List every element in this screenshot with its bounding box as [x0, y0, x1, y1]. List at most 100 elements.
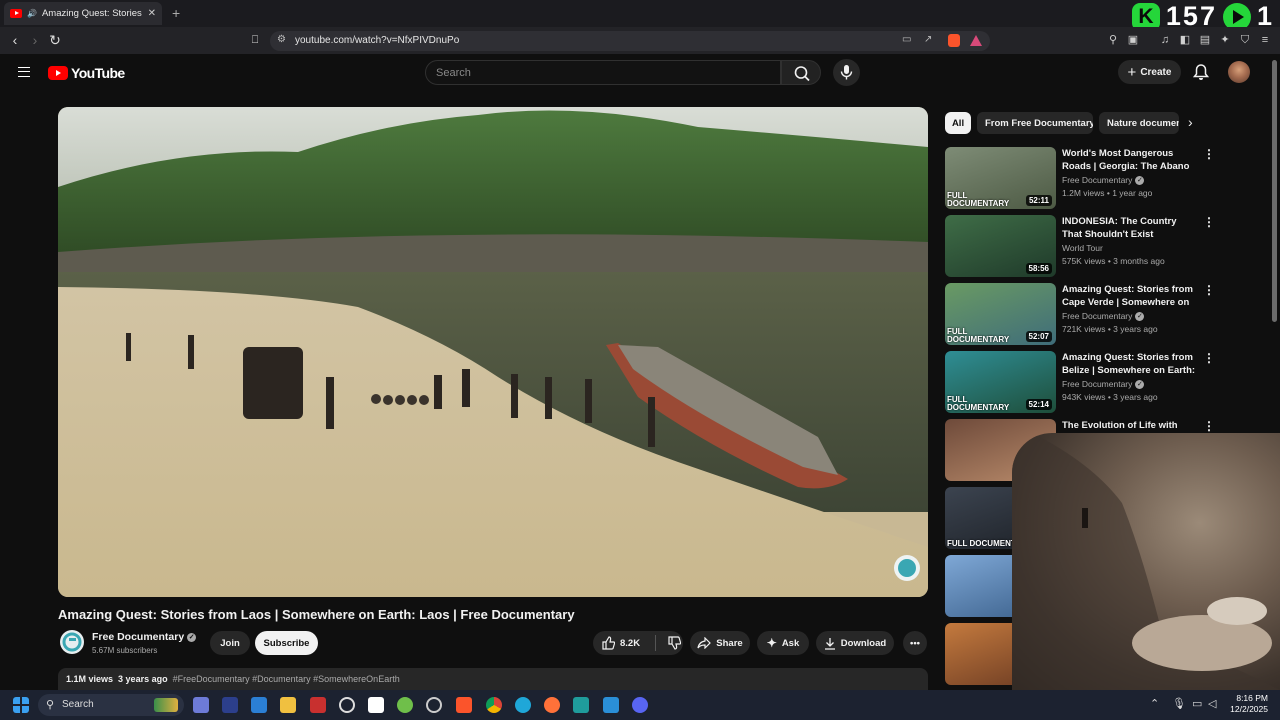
recommendation-title[interactable]: INDONESIA: The Country That Shouldn't Ex…	[1062, 215, 1197, 241]
brave-shield-icon[interactable]	[948, 34, 960, 47]
verified-icon: ✓	[187, 633, 197, 642]
microphone-tray-icon[interactable]: 🎙	[1172, 697, 1186, 710]
edge-icon[interactable]	[515, 697, 531, 713]
bookmark-icon[interactable]: ⎕	[246, 31, 264, 49]
full-documentary-badge: FULL DOCUMENTARY	[947, 395, 1010, 412]
reload-icon[interactable]: ↻	[46, 31, 64, 49]
page-scrollbar[interactable]	[1272, 60, 1277, 322]
like-button[interactable]: 8.2K	[601, 636, 640, 650]
file-explorer-icon[interactable]	[280, 697, 296, 713]
search-input[interactable]: Search	[425, 60, 781, 85]
firefox-icon[interactable]	[544, 697, 560, 713]
network-icon[interactable]: ▭	[1192, 697, 1202, 710]
sidebar-icon[interactable]: ◧	[1178, 33, 1192, 47]
browser-tab[interactable]: 🔊 Amazing Quest: Stories from ✕	[4, 2, 162, 25]
recommendation-title[interactable]: Amazing Quest: Stories from Cape Verde |…	[1062, 283, 1197, 309]
notifications-bell-icon[interactable]	[1193, 63, 1209, 81]
extensions-icon[interactable]: ⚲	[1106, 33, 1120, 47]
taskbar-app-capcut-icon[interactable]	[368, 697, 384, 713]
share-button[interactable]: Share	[690, 631, 750, 655]
description-box[interactable]: 1.1M views 3 years ago #FreeDocumentary …	[58, 668, 928, 690]
youtube-logo[interactable]: YouTube	[48, 65, 125, 81]
more-vertical-icon[interactable]: ⋮	[1203, 147, 1215, 161]
back-icon[interactable]: ‹	[6, 31, 24, 49]
guide-menu-icon[interactable]	[18, 67, 30, 77]
discord-icon[interactable]	[632, 697, 648, 713]
site-settings-icon[interactable]: ⚙	[277, 34, 286, 45]
chevron-right-icon[interactable]: ›	[1188, 114, 1193, 130]
create-button[interactable]: + Create	[1118, 60, 1181, 84]
recommendation-item[interactable]: 58:56 INDONESIA: The Country That Shouldn…	[945, 215, 1215, 277]
download-button[interactable]: Download	[816, 631, 894, 655]
tray-chevron-up-icon[interactable]: ⌃	[1150, 697, 1159, 710]
taskbar-search[interactable]: ⚲ Search	[38, 694, 184, 716]
recommendation-thumbnail[interactable]: FULL DOCUMENTARY 52:14	[945, 351, 1056, 413]
channel-name-text: Free Documentary	[92, 631, 185, 643]
more-vertical-icon[interactable]: ⋮	[1203, 419, 1215, 433]
taskbar-app-map-icon[interactable]	[397, 697, 413, 713]
taskbar-app-rider-icon[interactable]	[251, 697, 267, 713]
taskbar-app-video-icon[interactable]	[310, 697, 326, 713]
voice-search-button[interactable]	[833, 59, 860, 86]
subscribe-button[interactable]: Subscribe	[255, 631, 318, 655]
vpn-icon[interactable]: ⛉	[1238, 33, 1252, 47]
windows-start-icon[interactable]	[13, 697, 29, 713]
more-actions-button[interactable]: •••	[903, 631, 927, 655]
ask-button[interactable]: ✦ Ask	[757, 631, 809, 655]
recommendation-title[interactable]: World's Most Dangerous Roads | Georgia: …	[1062, 147, 1197, 173]
user-avatar[interactable]	[1228, 61, 1250, 83]
wallet-icon[interactable]: ▤	[1198, 33, 1212, 47]
hashtags[interactable]: #FreeDocumentary #Documentary #Somewhere…	[173, 674, 400, 684]
join-button[interactable]: Join	[210, 631, 250, 655]
recommendation-channel[interactable]: Free Documentary ✓	[1062, 175, 1145, 185]
video-player[interactable]	[58, 107, 928, 597]
subscriber-count: 5.67M subscribers	[92, 646, 158, 655]
verified-icon: ✓	[1135, 380, 1145, 389]
recommendation-channel[interactable]: World Tour	[1062, 243, 1103, 253]
share-page-icon[interactable]: ↗	[924, 34, 932, 45]
more-vertical-icon[interactable]: ⋮	[1203, 351, 1215, 365]
recommendation-thumbnail[interactable]: 58:56	[945, 215, 1056, 277]
address-bar[interactable]: ⚙ youtube.com/watch?v=NfxPIVDnuPo ▭ ↗	[270, 31, 990, 51]
arduino-icon[interactable]	[573, 697, 589, 713]
thumbs-up-icon	[602, 636, 615, 650]
screenshot-icon[interactable]: ▣	[1126, 33, 1140, 47]
recommendation-title[interactable]: Amazing Quest: Stories from Belize | Som…	[1062, 351, 1197, 377]
search-button[interactable]	[781, 60, 821, 85]
new-tab-button[interactable]: +	[172, 5, 180, 21]
chip-nature-documentaries[interactable]: Nature documen	[1099, 112, 1179, 134]
forward-icon[interactable]: ›	[26, 31, 44, 49]
chip-all[interactable]: All	[945, 112, 971, 134]
recommendation-item[interactable]: FULL DOCUMENTARY 52:14 Amazing Quest: Stor…	[945, 351, 1215, 413]
cast-icon[interactable]: ▭	[902, 34, 911, 45]
vscode-icon[interactable]	[603, 697, 619, 713]
channel-avatar[interactable]	[60, 630, 84, 654]
channel-name[interactable]: Free Documentary ✓	[92, 631, 197, 643]
recommendation-thumbnail[interactable]: FULL DOCUMENTARY 52:07	[945, 283, 1056, 345]
plus-icon: +	[1127, 63, 1137, 81]
recommendation-channel[interactable]: Free Documentary ✓	[1062, 379, 1145, 389]
chip-from-free-documentary[interactable]: From Free Documentary	[977, 112, 1093, 134]
view-count: 1.1M views	[66, 674, 114, 684]
more-vertical-icon[interactable]: ⋮	[1203, 283, 1215, 297]
brave-browser-icon[interactable]	[456, 697, 472, 713]
chrome-icon[interactable]	[486, 697, 502, 713]
recommendation-meta: 1.2M views • 1 year ago	[1062, 188, 1153, 198]
taskbar-app-icon[interactable]	[222, 697, 238, 713]
volume-icon[interactable]: ◁	[1208, 697, 1216, 710]
recommendation-item[interactable]: FULL DOCUMENTARY 52:07 Amazing Quest: Stor…	[945, 283, 1215, 345]
recommendation-thumbnail[interactable]: FULL DOCUMENTARY 52:11	[945, 147, 1056, 209]
recommendation-item[interactable]: FULL DOCUMENTARY 52:11 World's Most Danger…	[945, 147, 1215, 209]
taskbar-app-clock-icon[interactable]	[339, 697, 355, 713]
thumbs-down-icon[interactable]	[667, 636, 682, 650]
close-tab-icon[interactable]: ✕	[148, 8, 156, 19]
taskbar-clock[interactable]: 8:16 PM 12/2/2025	[1228, 693, 1268, 715]
more-vertical-icon[interactable]: ⋮	[1203, 215, 1215, 229]
taskbar-app-copilot-icon[interactable]	[193, 697, 209, 713]
taskbar-app-github-icon[interactable]	[426, 697, 442, 713]
leo-ai-icon[interactable]: ✦	[1218, 33, 1232, 47]
brave-rewards-icon[interactable]	[970, 35, 982, 46]
menu-icon[interactable]: ≡	[1258, 33, 1272, 47]
media-icon[interactable]: ♫	[1158, 33, 1172, 47]
recommendation-channel[interactable]: Free Documentary ✓	[1062, 311, 1145, 321]
